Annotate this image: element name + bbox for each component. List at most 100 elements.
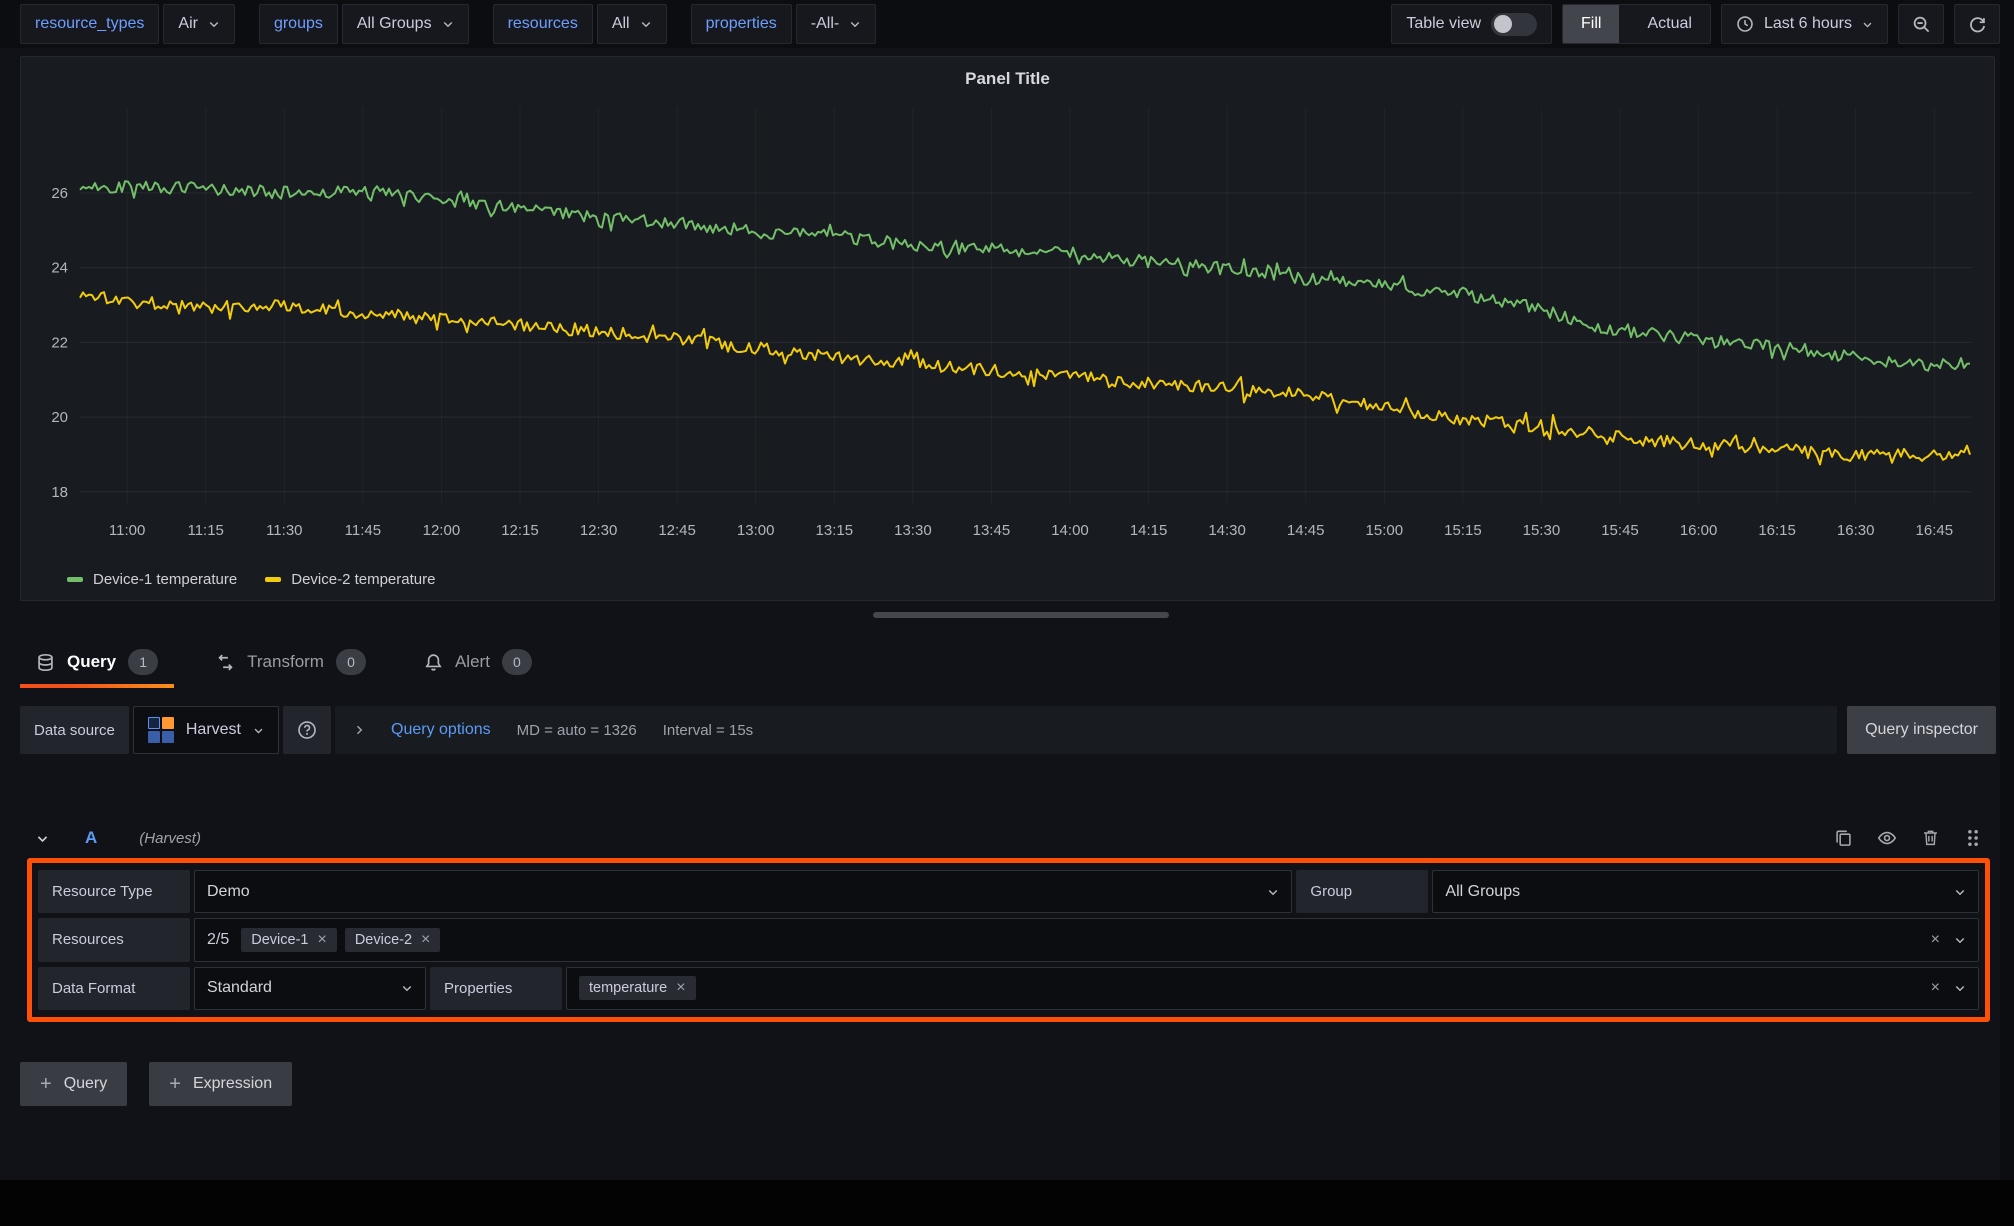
svg-text:14:15: 14:15 <box>1130 522 1168 539</box>
add-expression-button[interactable]: + Expression <box>149 1062 292 1106</box>
panel-editor-tabs: Query 1 Transform 0 Alert 0 <box>20 636 548 688</box>
svg-text:16:30: 16:30 <box>1837 522 1875 539</box>
interval-value: Interval = 15s <box>663 722 753 739</box>
bell-icon <box>424 653 443 672</box>
query-ref-id[interactable]: A <box>85 828 97 848</box>
svg-text:15:30: 15:30 <box>1523 522 1561 539</box>
scrollbar-gutter[interactable] <box>2000 48 2014 1180</box>
panel-scrollbar[interactable] <box>873 612 1169 618</box>
svg-text:11:00: 11:00 <box>109 522 145 539</box>
legend-swatch-icon <box>67 577 83 582</box>
chevron-down-icon <box>208 18 220 30</box>
chip-remove-icon[interactable]: × <box>421 932 430 948</box>
table-view-toggle[interactable] <box>1491 13 1537 36</box>
timeseries-chart[interactable]: 11:0011:1511:3011:4512:0012:1512:3012:45… <box>32 103 1982 578</box>
chevron-right-icon[interactable] <box>353 724 365 736</box>
datasource-picker[interactable]: Harvest <box>133 706 279 754</box>
svg-text:22: 22 <box>51 334 68 351</box>
data-format-row: Data Format Standard Properties temperat… <box>38 967 1979 1010</box>
resources-multiselect[interactable]: 2/5 Device-1× Device-2× × <box>194 918 1979 961</box>
svg-text:11:15: 11:15 <box>187 522 223 539</box>
chevron-down-icon <box>1954 982 1966 994</box>
chip[interactable]: Device-1× <box>241 928 337 952</box>
magnifier-minus-icon <box>1912 15 1931 34</box>
datasource-value: Harvest <box>186 721 241 739</box>
svg-text:24: 24 <box>51 260 68 277</box>
var-label-resource-types: resource_types <box>20 4 159 44</box>
hide-query-button[interactable] <box>1877 828 1897 848</box>
var-select-resource-types[interactable]: Air <box>163 4 235 44</box>
resources-count: 2/5 <box>207 931 229 949</box>
chevron-down-icon <box>1267 886 1279 898</box>
tab-alert-count-badge: 0 <box>502 649 532 675</box>
tab-query-label: Query <box>67 652 116 672</box>
query-toolbar: Data source Harvest Query options MD = a… <box>20 706 1996 754</box>
chip[interactable]: temperature× <box>579 976 696 1000</box>
variable-properties: properties -All- <box>691 4 877 44</box>
legend-item[interactable]: Device-1 temperature <box>67 571 237 588</box>
tab-query[interactable]: Query 1 <box>20 636 174 688</box>
harvest-datasource-icon <box>148 717 174 743</box>
svg-text:16:45: 16:45 <box>1916 522 1954 539</box>
tab-alert[interactable]: Alert 0 <box>408 636 548 688</box>
var-select-properties[interactable]: -All- <box>796 4 876 44</box>
query-datasource-name: (Harvest) <box>139 830 201 847</box>
query-inspector-button[interactable]: Query inspector <box>1847 706 1996 754</box>
query-options-toggle[interactable]: Query options <box>391 721 491 739</box>
svg-text:12:45: 12:45 <box>658 522 696 539</box>
svg-text:13:15: 13:15 <box>816 522 854 539</box>
var-select-groups[interactable]: All Groups <box>342 4 469 44</box>
properties-multiselect[interactable]: temperature× × <box>566 967 1979 1010</box>
duplicate-query-button[interactable] <box>1834 828 1853 848</box>
svg-text:12:00: 12:00 <box>423 522 461 539</box>
question-circle-icon <box>297 720 317 740</box>
group-select[interactable]: All Groups <box>1432 870 1979 913</box>
chip-remove-icon[interactable]: × <box>676 980 685 996</box>
plus-icon: + <box>169 1073 181 1096</box>
svg-text:11:45: 11:45 <box>345 522 381 539</box>
add-query-button[interactable]: + Query <box>20 1062 127 1106</box>
properties-label: Properties <box>430 967 562 1010</box>
panel-title[interactable]: Panel Title <box>21 69 1994 89</box>
legend-label: Device-2 temperature <box>291 571 435 588</box>
query-row-actions <box>1834 828 1982 848</box>
clear-selection-icon[interactable]: × <box>1931 980 1940 996</box>
actual-button[interactable]: Actual <box>1629 5 1709 43</box>
refresh-button[interactable] <box>1954 4 2000 44</box>
var-label-properties: properties <box>691 4 792 44</box>
time-range-picker[interactable]: Last 6 hours <box>1721 4 1888 44</box>
tab-transform[interactable]: Transform 0 <box>200 636 382 688</box>
svg-text:15:00: 15:00 <box>1366 522 1404 539</box>
transform-icon <box>216 653 235 672</box>
resource-type-select[interactable]: Demo <box>194 870 1292 913</box>
resources-chip-list: Device-1× Device-2× <box>241 928 440 952</box>
svg-text:13:00: 13:00 <box>737 522 775 539</box>
drag-handle-icon[interactable] <box>1964 828 1982 848</box>
data-format-label: Data Format <box>38 967 190 1010</box>
svg-text:14:30: 14:30 <box>1208 522 1246 539</box>
fill-button[interactable]: Fill <box>1563 5 1619 43</box>
var-select-resources[interactable]: All <box>597 4 667 44</box>
data-format-select[interactable]: Standard <box>194 967 426 1010</box>
datasource-help-button[interactable] <box>283 706 331 754</box>
delete-query-button[interactable] <box>1921 828 1940 848</box>
legend-label: Device-1 temperature <box>93 571 237 588</box>
datasource-label: Data source <box>20 706 129 754</box>
dashboard-submenu-bar: resource_types Air groups All Groups res… <box>0 0 2014 48</box>
fill-actual-segmented: Fill Actual <box>1562 4 1711 44</box>
svg-text:16:15: 16:15 <box>1758 522 1796 539</box>
table-view-control: Table view <box>1391 4 1552 44</box>
clear-selection-icon[interactable]: × <box>1931 932 1940 948</box>
query-collapse-chevron-icon[interactable] <box>36 832 49 845</box>
database-icon <box>36 653 55 672</box>
toggle-knob <box>1494 15 1512 33</box>
var-label-groups: groups <box>259 4 338 44</box>
zoom-out-button[interactable] <box>1898 4 1944 44</box>
svg-text:15:45: 15:45 <box>1601 522 1639 539</box>
chip-remove-icon[interactable]: × <box>317 932 326 948</box>
refresh-icon <box>1968 15 1987 34</box>
timeseries-panel: Panel Title 11:0011:1511:3011:4512:0012:… <box>20 56 1995 601</box>
chip[interactable]: Device-2× <box>345 928 441 952</box>
clock-icon <box>1736 15 1754 33</box>
legend-item[interactable]: Device-2 temperature <box>265 571 435 588</box>
